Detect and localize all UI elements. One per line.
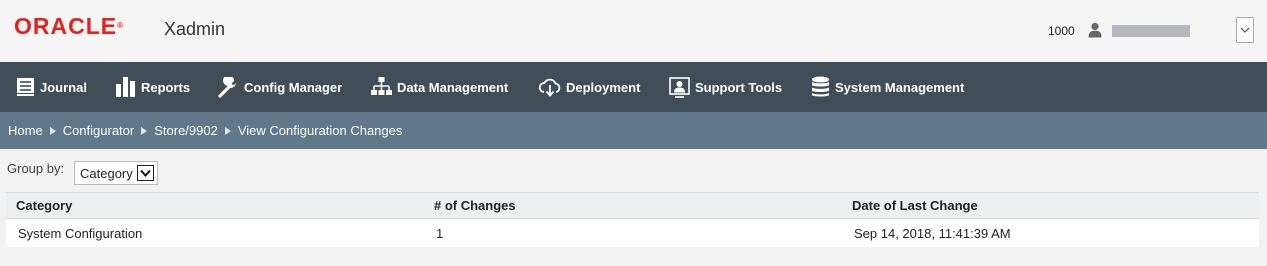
database-icon [812, 76, 829, 97]
app-header: ORACLE® Xadmin 1000 [0, 0, 1267, 62]
nav-deployment-label: Deployment [566, 79, 641, 95]
column-header-changes[interactable]: # of Changes [434, 193, 516, 218]
breadcrumb-separator-icon [224, 126, 231, 135]
nav-system-management-label: System Management [835, 79, 965, 95]
app-title: Xadmin [164, 19, 226, 39]
journal-icon [17, 78, 34, 96]
reports-bar-chart-icon [116, 77, 135, 97]
user-menu-dropdown[interactable] [1236, 17, 1254, 43]
nav-data-management[interactable]: Data Management [371, 62, 508, 112]
cell-last-change: Sep 14, 2018, 11:41:39 AM [854, 225, 1011, 241]
table-row[interactable]: System Configuration 1 Sep 14, 2018, 11:… [6, 219, 1259, 247]
chevron-down-icon [1240, 27, 1250, 33]
user-icon [1088, 22, 1102, 38]
support-user-icon [669, 76, 690, 98]
cell-changes: 1 [436, 225, 444, 241]
oracle-logo: ORACLE® [14, 13, 125, 39]
nav-reports[interactable]: Reports [116, 62, 190, 112]
groupby-label: Group by: [7, 161, 65, 176]
breadcrumb-configurator[interactable]: Configurator [63, 123, 135, 138]
nav-data-management-label: Data Management [397, 79, 509, 95]
breadcrumb-current-page: View Configuration Changes [237, 123, 403, 138]
wrench-icon [218, 76, 236, 98]
column-header-category[interactable]: Category [16, 193, 72, 218]
nav-reports-label: Reports [141, 79, 191, 95]
cloud-download-icon [539, 78, 561, 97]
changes-table: Category # of Changes Date of Last Chang… [6, 192, 1259, 247]
nav-system-management[interactable]: System Management [811, 62, 964, 112]
nav-support-tools-label: Support Tools [695, 79, 783, 95]
user-name[interactable] [1112, 25, 1190, 37]
nav-support-tools[interactable]: Support Tools [669, 62, 782, 112]
nav-journal-label: Journal [40, 79, 87, 95]
table-header: Category # of Changes Date of Last Chang… [6, 192, 1259, 219]
cell-category: System Configuration [18, 225, 143, 241]
store-number: 1000 [1048, 24, 1075, 38]
breadcrumb: Home Configurator Store/9902 View Config… [0, 112, 1267, 149]
groupby-select[interactable]: Category [74, 161, 158, 185]
hierarchy-icon [371, 77, 392, 95]
breadcrumb-store[interactable]: Store/9902 [154, 123, 218, 138]
main-nav: Journal Reports Config Manager Data Mana… [0, 62, 1267, 112]
breadcrumb-separator-icon [141, 126, 148, 135]
groupby-selected-value: Category [80, 165, 133, 181]
nav-config-manager-label: Config Manager [244, 79, 343, 95]
nav-config-manager[interactable]: Config Manager [218, 62, 342, 112]
nav-journal[interactable]: Journal [16, 62, 87, 112]
column-header-last-change[interactable]: Date of Last Change [852, 193, 978, 218]
breadcrumb-separator-icon [49, 126, 56, 135]
chevron-down-icon[interactable] [137, 165, 154, 181]
nav-deployment[interactable]: Deployment [539, 62, 640, 112]
breadcrumb-home[interactable]: Home [8, 123, 43, 138]
